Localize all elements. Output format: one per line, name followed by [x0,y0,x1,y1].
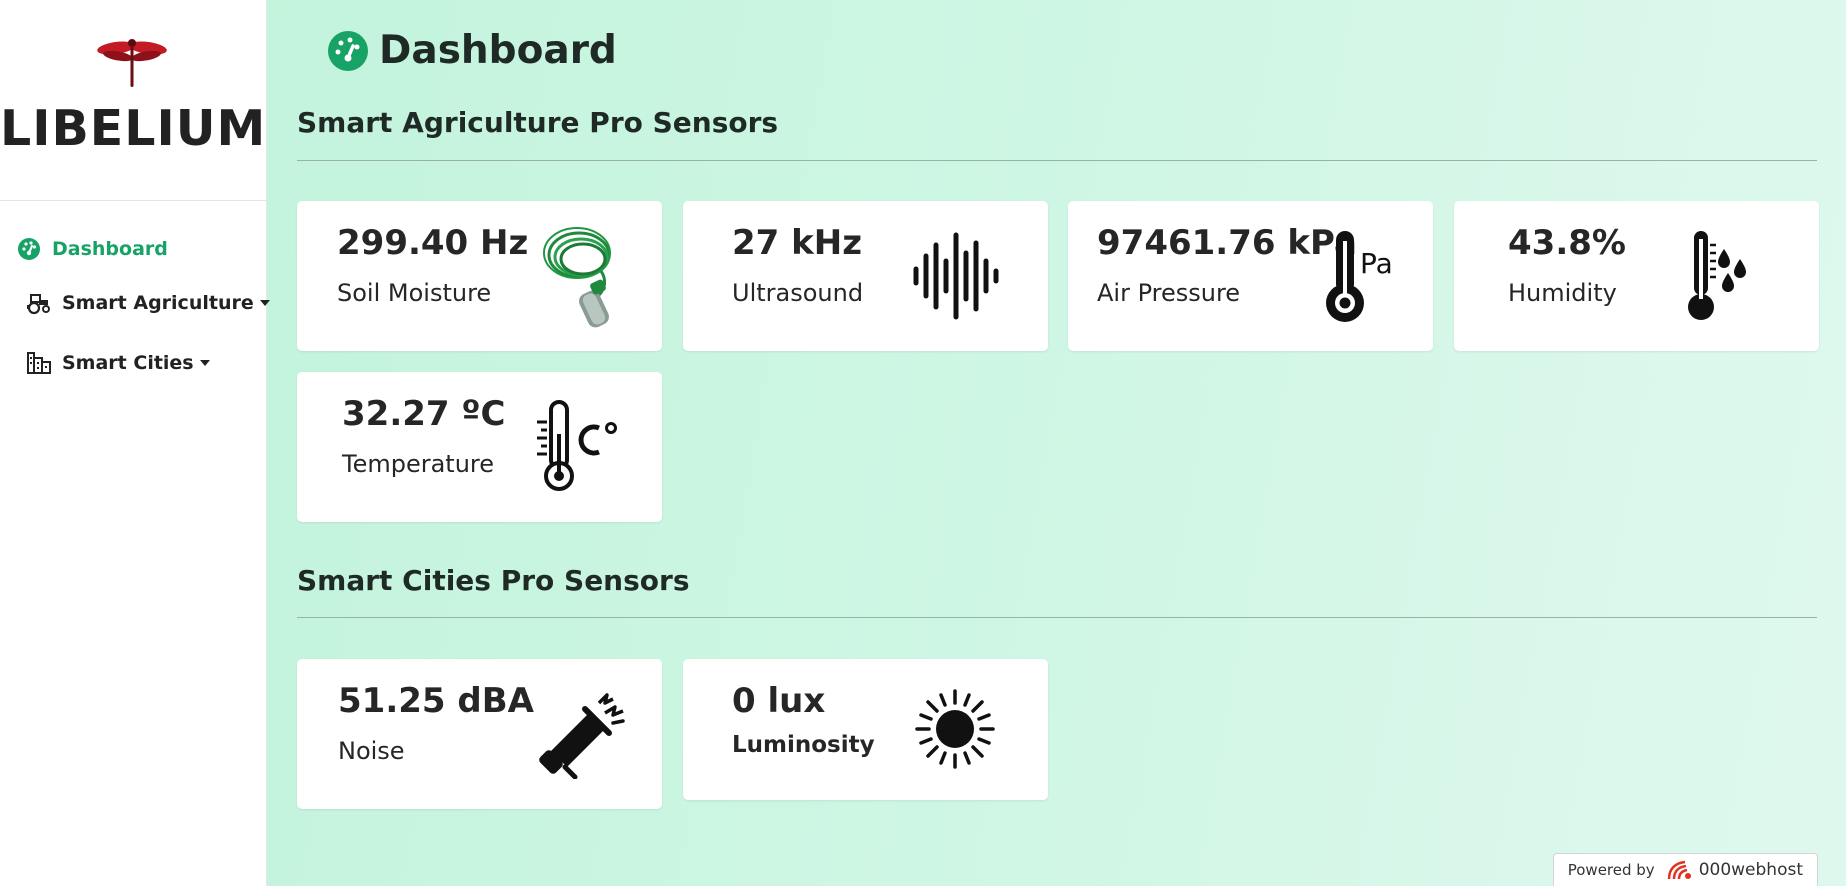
sensor-label: Humidity [1508,279,1617,307]
page-header: Dashboard [327,28,617,73]
sidebar-item-smart-cities[interactable]: Smart Cities [26,346,210,380]
sensor-label: Ultrasound [732,279,864,307]
sensor-value: 27 kHz [732,223,863,263]
megaphone-icon [539,693,625,779]
sensor-value: 43.8% [1508,223,1626,263]
sidebar-item-smart-agriculture[interactable]: Smart Agriculture [26,286,270,320]
sensor-value: 97461.76 kPa [1097,223,1357,263]
thermometer-celsius-icon [537,400,617,491]
sensor-label: Temperature [342,450,495,478]
sun-icon [915,689,995,769]
sidebar: LIBELIUM Dashboard Smart Agriculture Sma… [0,0,270,886]
webhost-logo-icon [1667,860,1691,880]
soil-probe-icon [543,227,611,328]
sensor-label: Soil Moisture [337,279,492,307]
section-divider [297,160,1817,161]
sensor-value: 51.25 dBA [338,681,534,721]
sensor-label: Luminosity [732,732,875,758]
page-title: Dashboard [379,28,617,73]
sensor-card-noise: 51.25 dBA Noise [297,659,662,809]
powered-by-host: 000webhost [1698,860,1803,880]
gauge-icon [328,30,368,71]
sensor-card-ultrasound: 27 kHz Ultrasound [683,201,1048,351]
powered-by-text: Powered by [1567,861,1655,879]
powered-by-badge[interactable]: Powered by 000webhost [1552,853,1818,886]
city-icon [27,352,51,374]
svg-text:Pa: Pa [1360,247,1393,280]
sensor-value: 0 lux [732,681,826,721]
thermometer-pa-icon: Pa [1326,231,1393,322]
gauge-icon [18,238,40,260]
sensor-card-luminosity: 0 lux Luminosity [683,659,1048,800]
sensor-card-humidity: 43.8% Humidity [1454,201,1819,351]
sensor-card-temperature: 32.27 ºC Temperature [297,372,662,522]
sensor-label: Noise [338,737,405,765]
section-title-agriculture: Smart Agriculture Pro Sensors [297,106,779,139]
dragonfly-icon [97,39,167,87]
sidebar-item-label: Smart Agriculture [62,292,254,314]
sensor-card-soil-moisture: 299.40 Hz Soil Moisture [297,201,662,351]
section-divider [297,617,1817,618]
sidebar-item-label: Smart Cities [62,352,194,374]
thermometer-drops-icon [1688,231,1746,320]
brand-name: LIBELIUM [0,100,267,157]
sidebar-item-dashboard[interactable]: Dashboard [16,232,168,266]
caret-down-icon [199,360,210,366]
sensor-value: 299.40 Hz [337,223,529,263]
section-title-cities: Smart Cities Pro Sensors [297,564,690,597]
tractor-icon [27,294,50,315]
sensor-value: 32.27 ºC [342,394,506,434]
sidebar-item-label: Dashboard [52,238,168,260]
soundwave-icon [913,232,999,320]
main-content: Dashboard Smart Agriculture Pro Sensors … [267,0,1846,886]
sensor-label: Air Pressure [1097,279,1241,307]
brand: LIBELIUM [0,0,266,201]
sensor-card-air-pressure: 97461.76 kPa Air Pressure Pa [1068,201,1433,351]
